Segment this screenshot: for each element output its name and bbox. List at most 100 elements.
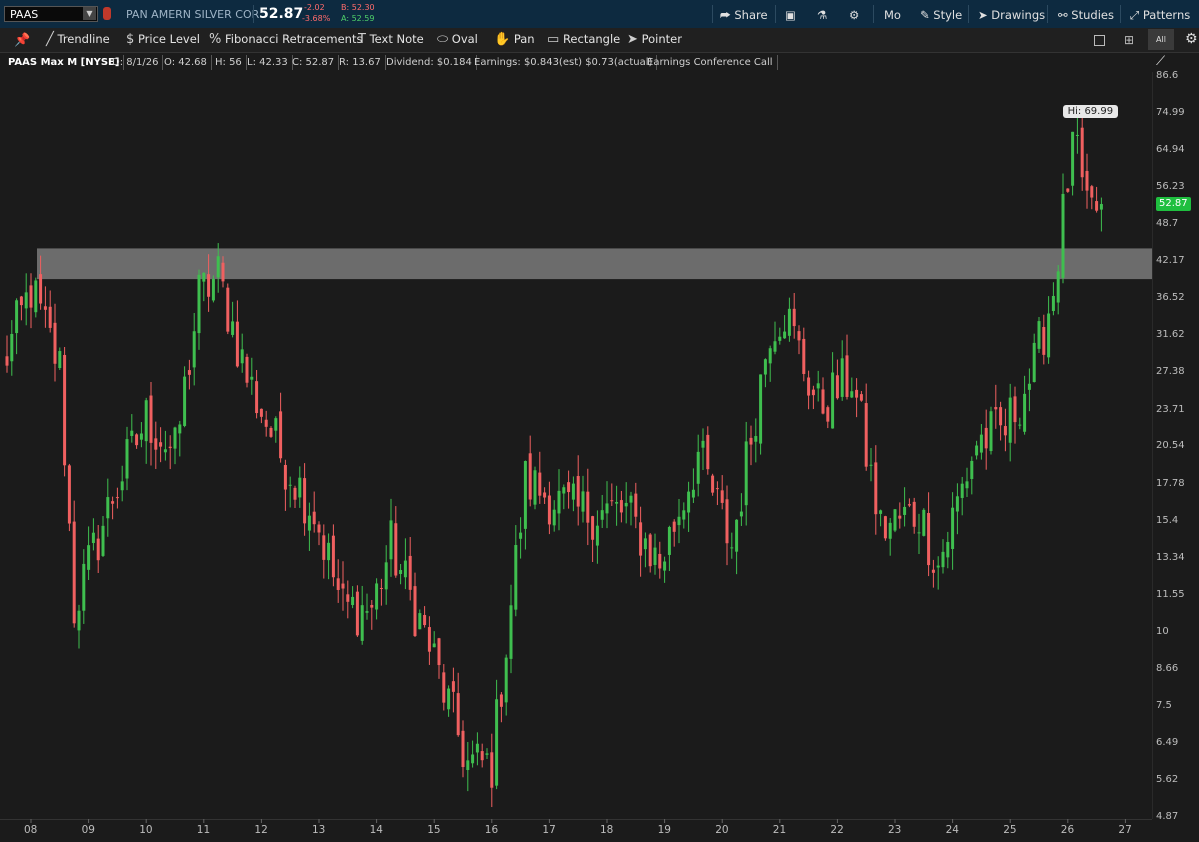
candle-body [91,532,95,544]
candle-body [994,407,998,410]
candle-body [34,280,38,313]
candle-body [869,464,873,466]
candle-body [778,336,782,341]
candle-body [754,436,758,442]
candle-body [480,751,484,761]
candle-body [567,482,571,493]
candle-body [82,563,86,611]
candle-body [519,532,523,539]
candle-body [1080,127,1084,178]
candle-body [197,274,201,334]
candle-body [533,470,537,505]
candle-body [120,481,124,491]
candle-body [111,501,115,504]
candle-body [379,587,383,589]
candle-body [687,491,691,513]
time-tick-label: 25 [1003,824,1017,836]
time-tick-label: 17 [542,824,556,836]
candle-body [605,503,609,514]
time-tick-label: 14 [369,824,383,836]
time-tick-label: 20 [715,824,729,836]
candle-body [787,308,791,336]
candle-body [504,657,508,703]
candle-body [1095,201,1099,211]
time-tick-label: 11 [196,824,211,836]
candle-body [643,538,647,550]
time-tick-label: 09 [81,824,95,836]
candle-body [850,391,854,398]
candle-body [130,430,134,436]
candle-body [485,753,489,755]
candlestick-chart [5,105,1152,823]
candle-body [667,527,671,555]
candle-body [538,472,542,496]
candle-body [317,524,321,533]
candle-body [941,551,945,568]
candle-body [888,522,892,539]
candle-body [418,613,422,630]
candle-body [955,496,959,512]
price-tick-label: 86.6 [1156,70,1179,81]
candle-body [341,583,345,589]
price-tick-label: 74.99 [1156,107,1185,119]
candle-body [106,497,110,519]
candle-body [399,570,403,574]
candle-body [5,356,9,366]
candle-body [912,501,916,527]
candle-body [394,523,398,576]
candle-body [1099,204,1103,210]
candle-body [639,522,643,556]
candle-body [427,627,431,652]
candle-body [447,688,451,710]
candle-body [725,499,729,544]
candle-body [744,441,748,506]
price-tick-label: 42.17 [1156,255,1185,267]
candle-body [403,560,407,578]
candle-body [149,395,153,443]
candle-body [442,672,446,703]
candle-body [610,500,614,502]
candle-body [1037,321,1041,349]
candle-body [629,495,633,503]
candle-body [259,408,263,417]
candle-body [144,400,148,442]
time-tick-label: 24 [945,824,959,836]
candle-body [979,434,983,453]
candle-body [989,411,993,452]
candle-body [1047,313,1051,358]
candle-body [845,355,849,397]
candle-body [360,605,364,641]
candle-body [173,427,177,449]
time-tick-label: 08 [24,824,38,836]
candle-body [1090,186,1094,198]
candle-body [960,483,964,498]
candle-body [226,287,230,332]
candle-body [591,516,595,540]
candle-body [552,509,556,526]
candle-body [821,389,825,414]
candle-body [562,487,566,494]
candle-body [528,453,532,500]
candle-body [768,348,772,364]
candle-body [178,424,182,434]
candle-body [1042,327,1046,355]
price-tick-label: 20.54 [1156,440,1185,452]
candle-body [1085,170,1089,191]
candle-body [408,555,412,590]
candle-body [509,605,513,659]
price-tick-label: 48.7 [1156,218,1179,230]
candle-body [677,516,681,526]
candle-body [351,596,355,606]
candle-body [327,542,331,561]
time-tick-label: 22 [830,824,844,836]
candle-body [231,321,235,335]
candle-body [883,516,887,539]
candle-body [125,439,129,479]
candle-body [461,730,465,768]
candle-body [240,349,244,364]
candle-body [663,561,667,571]
candle-body [154,438,158,450]
candle-body [816,383,820,389]
candle-body [931,569,935,573]
candle-body [1027,383,1031,390]
